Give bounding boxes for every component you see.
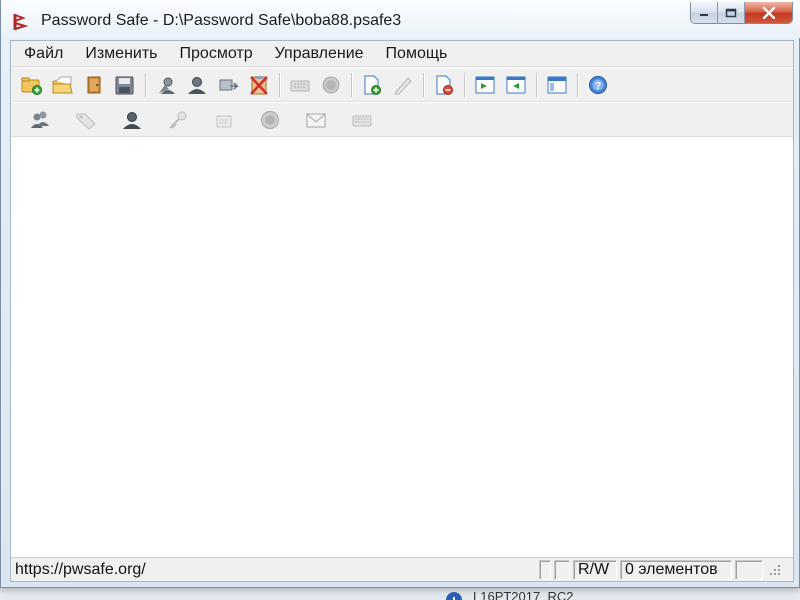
copy-username-button[interactable] bbox=[17, 106, 62, 134]
status-pane-empty bbox=[554, 559, 570, 580]
help-icon: ? bbox=[589, 75, 607, 94]
toolbar-separator bbox=[464, 72, 465, 97]
window-controls bbox=[690, 2, 793, 24]
copy-password-button[interactable] bbox=[182, 71, 212, 99]
status-entry-count: 0 элементов bbox=[620, 559, 732, 580]
delete-entry-icon bbox=[436, 75, 453, 95]
title-bar[interactable]: Password Safe - D:\Password Safe\boba88.… bbox=[1, 0, 800, 38]
menu-manage[interactable]: Управление bbox=[266, 43, 373, 65]
key-button[interactable] bbox=[155, 106, 200, 134]
expand-all-button[interactable] bbox=[470, 71, 500, 99]
main-toolbar: ? bbox=[11, 68, 793, 102]
edit-entry-button[interactable] bbox=[388, 71, 418, 99]
svg-text:?: ? bbox=[595, 81, 601, 92]
clear-clipboard-button[interactable] bbox=[244, 71, 274, 99]
browse-url-icon bbox=[322, 76, 340, 93]
entries-list[interactable] bbox=[11, 138, 793, 558]
menu-file[interactable]: Файл bbox=[15, 43, 72, 65]
autotype-button[interactable] bbox=[285, 71, 315, 99]
tag-button[interactable] bbox=[63, 106, 108, 134]
toolbar-separator bbox=[145, 72, 146, 97]
open-database-button[interactable] bbox=[48, 71, 78, 99]
status-bar: https://pwsafe.org/ R/W 0 элементов bbox=[11, 557, 793, 581]
menu-help[interactable]: Помощь bbox=[377, 43, 457, 65]
help-button[interactable]: ? bbox=[583, 71, 613, 99]
copy-notes-button[interactable] bbox=[213, 71, 243, 99]
key-icon bbox=[168, 111, 186, 129]
options-button[interactable] bbox=[542, 71, 572, 99]
menu-bar: Файл Изменить Просмотр Управление Помощь bbox=[11, 41, 793, 67]
status-pane-empty bbox=[735, 559, 763, 580]
delete-entry-button[interactable] bbox=[429, 71, 459, 99]
toolbar-separator bbox=[423, 72, 424, 97]
toolbar-separator bbox=[577, 72, 578, 97]
menu-view[interactable]: Просмотр bbox=[171, 43, 262, 65]
main-window: Password Safe - D:\Password Safe\boba88.… bbox=[0, 0, 800, 588]
copy-password-icon bbox=[188, 76, 206, 94]
status-url: https://pwsafe.org/ bbox=[15, 560, 146, 578]
options-icon bbox=[547, 76, 567, 93]
app-icon bbox=[13, 14, 29, 30]
toolbar-separator bbox=[536, 72, 537, 97]
save-button[interactable] bbox=[110, 71, 140, 99]
globe-icon bbox=[260, 110, 279, 129]
email-icon bbox=[306, 113, 325, 127]
background-window-peek: L16PT2017_RC2 bbox=[445, 589, 573, 600]
maximize-icon bbox=[725, 8, 737, 17]
add-entry-button[interactable] bbox=[357, 71, 387, 99]
clear-clipboard-icon bbox=[250, 75, 268, 95]
open-database-icon bbox=[52, 76, 73, 93]
copy-user-button[interactable] bbox=[151, 71, 181, 99]
close-icon bbox=[762, 6, 775, 19]
collapse-all-button[interactable] bbox=[501, 71, 531, 99]
info-icon bbox=[446, 591, 462, 600]
resize-grip-icon[interactable] bbox=[768, 563, 782, 577]
user-icon bbox=[122, 111, 141, 129]
window-title: Password Safe - D:\Password Safe\boba88.… bbox=[41, 12, 402, 29]
autotype-icon bbox=[290, 80, 310, 91]
minimize-button[interactable] bbox=[691, 2, 718, 23]
new-database-button[interactable] bbox=[17, 71, 47, 99]
close-database-icon bbox=[87, 76, 101, 93]
add-entry-icon bbox=[364, 75, 381, 95]
save-icon bbox=[115, 76, 134, 94]
close-database-button[interactable] bbox=[79, 71, 109, 99]
toolbar-separator bbox=[351, 72, 352, 97]
notes-button[interactable] bbox=[201, 106, 246, 134]
user-button[interactable] bbox=[109, 106, 154, 134]
status-pane-empty bbox=[539, 559, 551, 580]
close-button[interactable] bbox=[745, 2, 792, 23]
secondary-toolbar bbox=[11, 103, 793, 137]
new-database-icon bbox=[21, 77, 42, 95]
status-mode[interactable]: R/W bbox=[573, 559, 617, 580]
expand-all-icon bbox=[475, 76, 495, 93]
tag-icon bbox=[76, 113, 96, 130]
copy-username-icon bbox=[30, 111, 49, 128]
browse-url-button[interactable] bbox=[316, 71, 346, 99]
client-area: Файл Изменить Просмотр Управление Помощь bbox=[10, 40, 794, 582]
copy-user-icon bbox=[159, 77, 175, 94]
menu-edit[interactable]: Изменить bbox=[76, 43, 166, 65]
email-button[interactable] bbox=[293, 106, 338, 134]
keyboard-icon bbox=[352, 115, 371, 126]
collapse-all-icon bbox=[506, 76, 526, 93]
globe-button[interactable] bbox=[247, 106, 292, 134]
background-window-text: L16PT2017_RC2 bbox=[473, 589, 574, 600]
minimize-icon bbox=[700, 13, 708, 16]
edit-entry-icon bbox=[394, 76, 412, 94]
notes-icon bbox=[216, 115, 231, 127]
toolbar-separator bbox=[279, 72, 280, 97]
maximize-button[interactable] bbox=[718, 2, 745, 23]
keyboard-button[interactable] bbox=[339, 106, 384, 134]
copy-notes-icon bbox=[219, 79, 239, 90]
